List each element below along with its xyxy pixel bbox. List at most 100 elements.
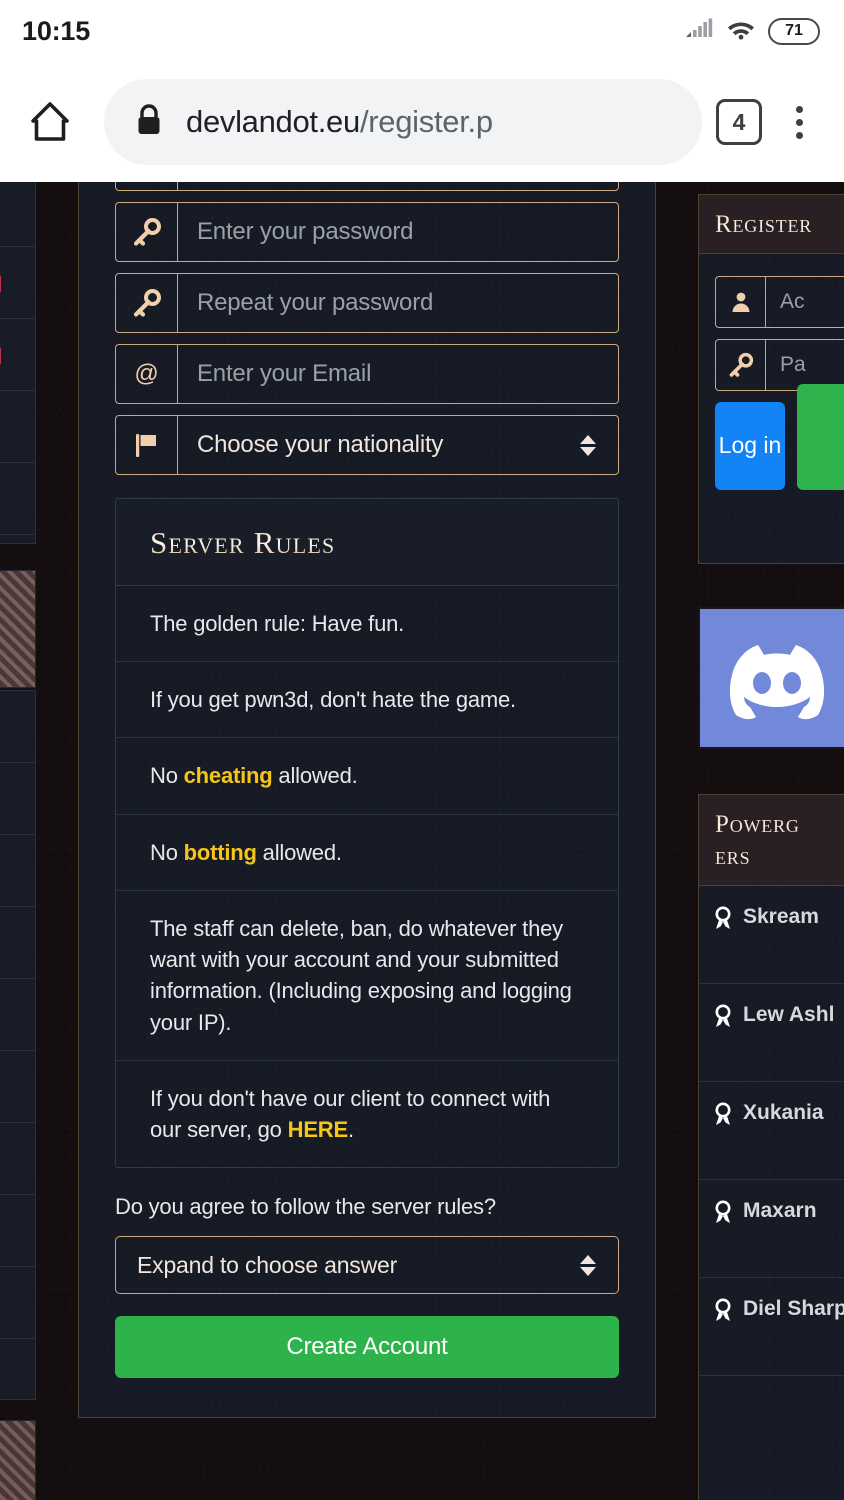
red-accent-icon — [0, 275, 1, 293]
tab-switcher-button[interactable]: 4 — [716, 99, 762, 145]
leaderboard-player-name: Lew Ashl — [743, 1003, 835, 1026]
android-status-bar: 10:15 71 — [0, 0, 844, 62]
red-accent-icon — [0, 347, 1, 365]
input-row-partial[interactable] — [115, 182, 619, 191]
discord-widget[interactable]: ✦ — [698, 607, 844, 749]
leaderboard-player-score: +1. — [713, 1139, 844, 1163]
rule-text-post: allowed. — [272, 763, 358, 789]
email-field-row[interactable]: @ Enter your Email — [115, 344, 619, 404]
password-input[interactable]: Enter your password — [178, 203, 618, 261]
create-account-label: Create Account — [286, 1333, 448, 1361]
left-decorative-column — [0, 182, 38, 1500]
register-button[interactable] — [797, 384, 844, 490]
rule-item: If you get pwn3d, don't hate the game. — [116, 662, 618, 739]
wifi-icon — [725, 17, 757, 46]
leaderboard-player-score: +1. — [713, 1041, 844, 1065]
home-icon[interactable] — [22, 94, 78, 150]
ornament-banner-icon — [0, 570, 36, 688]
browser-toolbar: devlandot.eu/register.p 4 — [0, 62, 844, 182]
leaderboard-player-score: +1 — [713, 943, 844, 967]
log-in-button[interactable]: Log in — [715, 402, 785, 490]
select-stepper-icon[interactable] — [580, 1254, 618, 1276]
status-bar-icons: 71 — [684, 17, 820, 46]
agreement-select[interactable]: Expand to choose answer — [115, 1236, 619, 1295]
right-sidebar: Register Ac Pa Log in Powerg ers Skream … — [698, 182, 844, 1500]
leaderboard-player-name: Maxarn — [743, 1199, 817, 1222]
password-field-row[interactable]: Enter your password — [115, 202, 619, 262]
rule-text: The golden rule: Have fun. — [150, 611, 405, 636]
leaderboard-player-score: +856, — [713, 1335, 844, 1359]
key-icon — [716, 340, 766, 390]
rule-item: The golden rule: Have fun. — [116, 586, 618, 663]
registration-form-panel: Enter your password Repeat your password… — [78, 182, 656, 1418]
web-page-viewport: Enter your password Repeat your password… — [0, 182, 844, 1500]
medal-icon — [713, 1298, 733, 1327]
server-rules-header: Server Rules — [116, 499, 618, 586]
overflow-menu-icon[interactable] — [776, 94, 822, 150]
browser-chrome: 10:15 71 devlandot.eu/register.p 4 — [0, 0, 844, 182]
leaderboard-card: Powerg ers Skream Lew Ashl Xukania Maxar… — [698, 794, 844, 1500]
battery-percent: 71 — [785, 22, 803, 39]
create-account-button[interactable]: Create Account — [115, 1316, 619, 1379]
medal-icon — [713, 1102, 733, 1131]
at-sign-icon: @ — [116, 345, 178, 403]
key-icon — [116, 203, 178, 261]
server-rules-box: Server Rules The golden rule: Have fun. … — [115, 498, 619, 1169]
leaderboard-row: Lew Ashl +1. — [699, 984, 844, 1082]
ornament-banner-icon — [0, 1420, 36, 1500]
url-domain: devlandot.eu — [186, 104, 360, 139]
rule-text-post: . — [347, 1117, 354, 1143]
login-card-header: Register — [699, 195, 844, 254]
rule-item: No cheating allowed. — [116, 738, 618, 815]
leaderboard-player-name: Diel Sharpshoote — [743, 1297, 844, 1320]
discord-logo-icon — [718, 635, 836, 732]
rule-highlight: botting — [183, 839, 257, 865]
rule-text-pre: No — [150, 763, 184, 789]
url-path: /register.p — [359, 104, 493, 139]
agreement-question: Do you agree to follow the server rules? — [115, 1194, 496, 1220]
login-password-input[interactable]: Pa — [766, 340, 844, 390]
rule-item: The staff can delete, ban, do whatever t… — [116, 891, 618, 1061]
email-input[interactable]: Enter your Email — [178, 345, 618, 403]
rule-text-pre: No — [150, 839, 184, 865]
log-in-label: Log in — [718, 432, 782, 459]
leaderboard-title-line2: ers — [715, 841, 844, 873]
leaderboard-player-score: +871. — [713, 1237, 844, 1261]
server-rules-title: Server Rules — [150, 525, 584, 561]
leaderboard-row: Xukania +1. — [699, 1082, 844, 1180]
leaderboard-row: Maxarn +871. — [699, 1180, 844, 1278]
agreement-select-value: Expand to choose answer — [137, 1251, 398, 1278]
nationality-select-value[interactable]: Choose your nationality — [178, 416, 580, 474]
repeat-password-field-row[interactable]: Repeat your password — [115, 273, 619, 333]
leaderboard-row: Diel Sharpshoote +856, — [699, 1278, 844, 1376]
flag-icon — [116, 416, 178, 474]
medal-icon — [713, 1004, 733, 1033]
person-icon — [716, 277, 766, 327]
medal-icon — [713, 906, 733, 935]
leaderboard-header: Powerg ers — [699, 795, 844, 886]
login-card-title: Register — [715, 209, 844, 241]
battery-icon: 71 — [768, 17, 820, 45]
account-input[interactable]: Ac — [766, 277, 844, 327]
leaderboard-player-name: Skream — [743, 905, 819, 928]
leaderboard-row: Skream +1 — [699, 886, 844, 984]
rule-text: The staff can delete, ban, do whatever t… — [150, 915, 572, 1035]
select-stepper-icon[interactable] — [580, 434, 618, 456]
account-field-row[interactable]: Ac — [715, 276, 844, 328]
rule-text: If you get pwn3d, don't hate the game. — [150, 687, 516, 713]
cellular-signal-icon — [684, 17, 714, 46]
rule-item: No botting allowed. — [116, 815, 618, 891]
leaderboard-title-line1: Powerg — [715, 809, 844, 841]
leaderboard-player-name: Xukania — [743, 1101, 824, 1124]
rule-highlight: cheating — [183, 763, 273, 789]
rule-text-post: allowed. — [256, 839, 342, 865]
left-deco-panel — [0, 182, 36, 544]
left-deco-panel — [0, 690, 36, 1400]
repeat-password-input[interactable]: Repeat your password — [178, 274, 618, 332]
address-bar-url: devlandot.eu/register.p — [186, 104, 493, 140]
login-card: Register Ac Pa Log in — [698, 194, 844, 564]
address-bar[interactable]: devlandot.eu/register.p — [104, 79, 702, 165]
nationality-select-row[interactable]: Choose your nationality — [115, 415, 619, 475]
medal-icon — [713, 1200, 733, 1229]
client-download-link[interactable]: HERE — [288, 1117, 349, 1142]
